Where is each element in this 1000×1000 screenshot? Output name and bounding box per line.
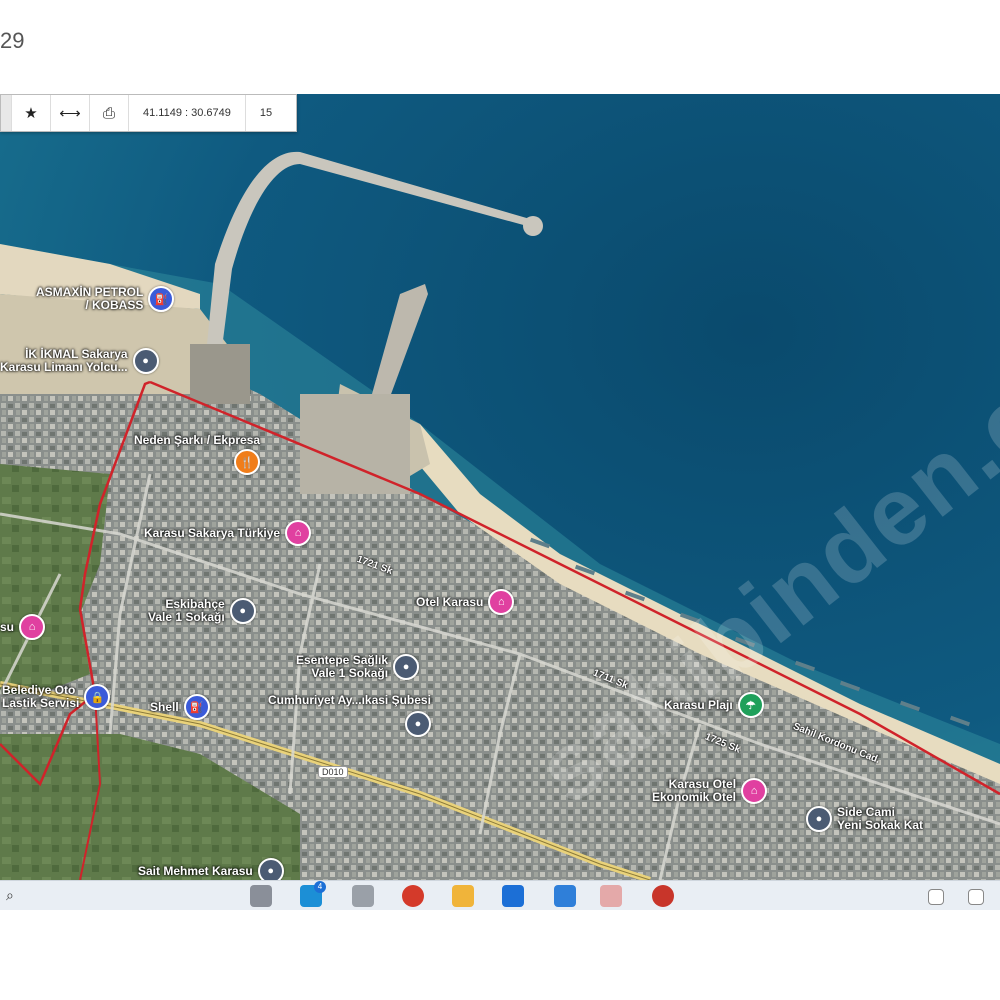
page-footer-area	[0, 910, 1000, 1000]
poi-karasu-sakarya[interactable]: Karasu Sakarya Türkiye ⌂	[144, 520, 312, 546]
poi-neden[interactable]: Neden Şarkı / Ekpresa 🍴	[134, 434, 260, 475]
poi-karasu-otel-label: Karasu Otel Ekonomik Otel	[652, 777, 737, 804]
poi-karasu-plaji-label: Karasu Plajı	[664, 697, 733, 712]
place-pin-icon: ●	[257, 858, 284, 880]
poi-eskibahce-label: Eskibahçe Vale 1 Sokağı	[148, 597, 225, 624]
poi-cumhuriyet[interactable]: Cumhuriyet Ay...ıkasi Şubesi ●	[268, 694, 431, 737]
poi-otel-karasu-label: Otel Karasu	[416, 594, 484, 609]
app-icon[interactable]	[352, 885, 374, 907]
poi-ik-ikmal[interactable]: İK İKMAL Sakarya Karasu Limanı Yolcu... ●	[0, 348, 159, 374]
poi-cumhuriyet-label: Cumhuriyet Ay...ıkasi Şubesi	[268, 693, 431, 707]
app-icon[interactable]	[502, 885, 524, 907]
poi-otel-karasu[interactable]: Otel Karasu ⌂	[416, 589, 515, 615]
hotel-pin-icon: ⌂	[741, 778, 768, 804]
tray-icon[interactable]	[928, 889, 944, 905]
poi-ik-ikmal-label: İK İKMAL Sakarya Karasu Limanı Yolcu...	[0, 347, 128, 374]
fuel-pin-icon: ⛽	[183, 694, 210, 720]
app-icon[interactable]	[250, 885, 272, 907]
poi-shell[interactable]: Shell ⛽	[150, 694, 210, 720]
map-toolbar: ★ ⟷ ⎙ 41.1149 : 30.6749 15	[0, 94, 297, 132]
chrome-icon[interactable]	[402, 885, 424, 907]
poi-karasu-otel[interactable]: Karasu Otel Ekonomik Otel ⌂	[652, 777, 768, 804]
search-icon[interactable]: ⌕	[6, 887, 14, 904]
poi-esentepe-label: Esentepe Sağlık Vale 1 Sokağı	[296, 653, 389, 680]
poi-karasu-plaji[interactable]: Karasu Plajı ☂	[664, 692, 764, 718]
tray-icon[interactable]	[968, 889, 984, 905]
app-icon[interactable]: 4	[300, 881, 326, 907]
beach-pin-icon: ☂	[737, 692, 764, 718]
poi-karasu-sakarya-label: Karasu Sakarya Türkiye	[144, 525, 281, 540]
highway-badge: D010	[318, 766, 348, 778]
coordinate-readout: 41.1149 : 30.6749	[129, 95, 246, 131]
place-pin-icon: ●	[393, 654, 420, 680]
poi-shell-label: Shell	[150, 699, 179, 714]
folder-icon[interactable]	[452, 885, 474, 907]
poi-belediye-label: Belediye Oto Lastik Servisi	[2, 683, 80, 710]
star-icon[interactable]: ★	[12, 95, 51, 131]
taskbar: ⌕ 4	[0, 880, 1000, 911]
poi-asmaxin[interactable]: ASMAXİN PETROL / KOBASS ⛽	[36, 285, 175, 312]
food-pin-icon: 🍴	[234, 449, 260, 475]
poi-eskibahce[interactable]: Eskibahçe Vale 1 Sokağı ●	[148, 598, 256, 624]
place-pin-icon: ●	[806, 806, 832, 832]
zoom-level: 15	[259, 107, 273, 119]
car-service-pin-icon: 🔒	[84, 684, 111, 710]
poi-neden-label: Neden Şarkı / Ekpresa	[134, 433, 261, 447]
poi-bottom-place[interactable]: Sait Mehmet Karasu ●	[138, 858, 284, 880]
hotel-pin-icon: ⌂	[488, 589, 515, 615]
fuel-pin-icon: ⛽	[148, 286, 175, 312]
poi-left-hotel-label: su	[0, 619, 15, 634]
app-icon[interactable]	[652, 885, 674, 907]
app-icon[interactable]	[600, 885, 622, 907]
poi-belediye[interactable]: Belediye Oto Lastik Servisi 🔒	[2, 683, 111, 710]
poi-asmaxin-label: ASMAXİN PETROL / KOBASS	[36, 285, 144, 312]
measure-icon[interactable]: ⟷	[51, 95, 90, 131]
poi-side-cami-label: Side Cami Yeni Sokak Kat	[837, 805, 924, 832]
poi-left-hotel[interactable]: su ⌂	[0, 614, 46, 640]
toolbar-handle[interactable]	[1, 95, 12, 131]
page-number-fragment: 29	[0, 28, 25, 53]
map-viewport[interactable]: sahibinden.com ★ ⟷ ⎙ 41.1149 : 30.6749 1…	[0, 94, 1000, 880]
hotel-pin-icon: ⌂	[19, 614, 46, 640]
hotel-pin-icon: ⌂	[285, 520, 312, 546]
poi-side-cami[interactable]: ● Side Cami Yeni Sokak Kat	[806, 806, 923, 832]
print-icon[interactable]: ⎙	[90, 95, 129, 131]
store-icon[interactable]	[554, 885, 576, 907]
place-pin-icon: ●	[404, 711, 431, 737]
poi-esentepe[interactable]: Esentepe Sağlık Vale 1 Sokağı ●	[296, 653, 420, 680]
place-pin-icon: ●	[229, 598, 256, 624]
poi-bottom-place-label: Sait Mehmet Karasu	[138, 863, 253, 878]
place-pin-icon: ●	[132, 348, 159, 374]
